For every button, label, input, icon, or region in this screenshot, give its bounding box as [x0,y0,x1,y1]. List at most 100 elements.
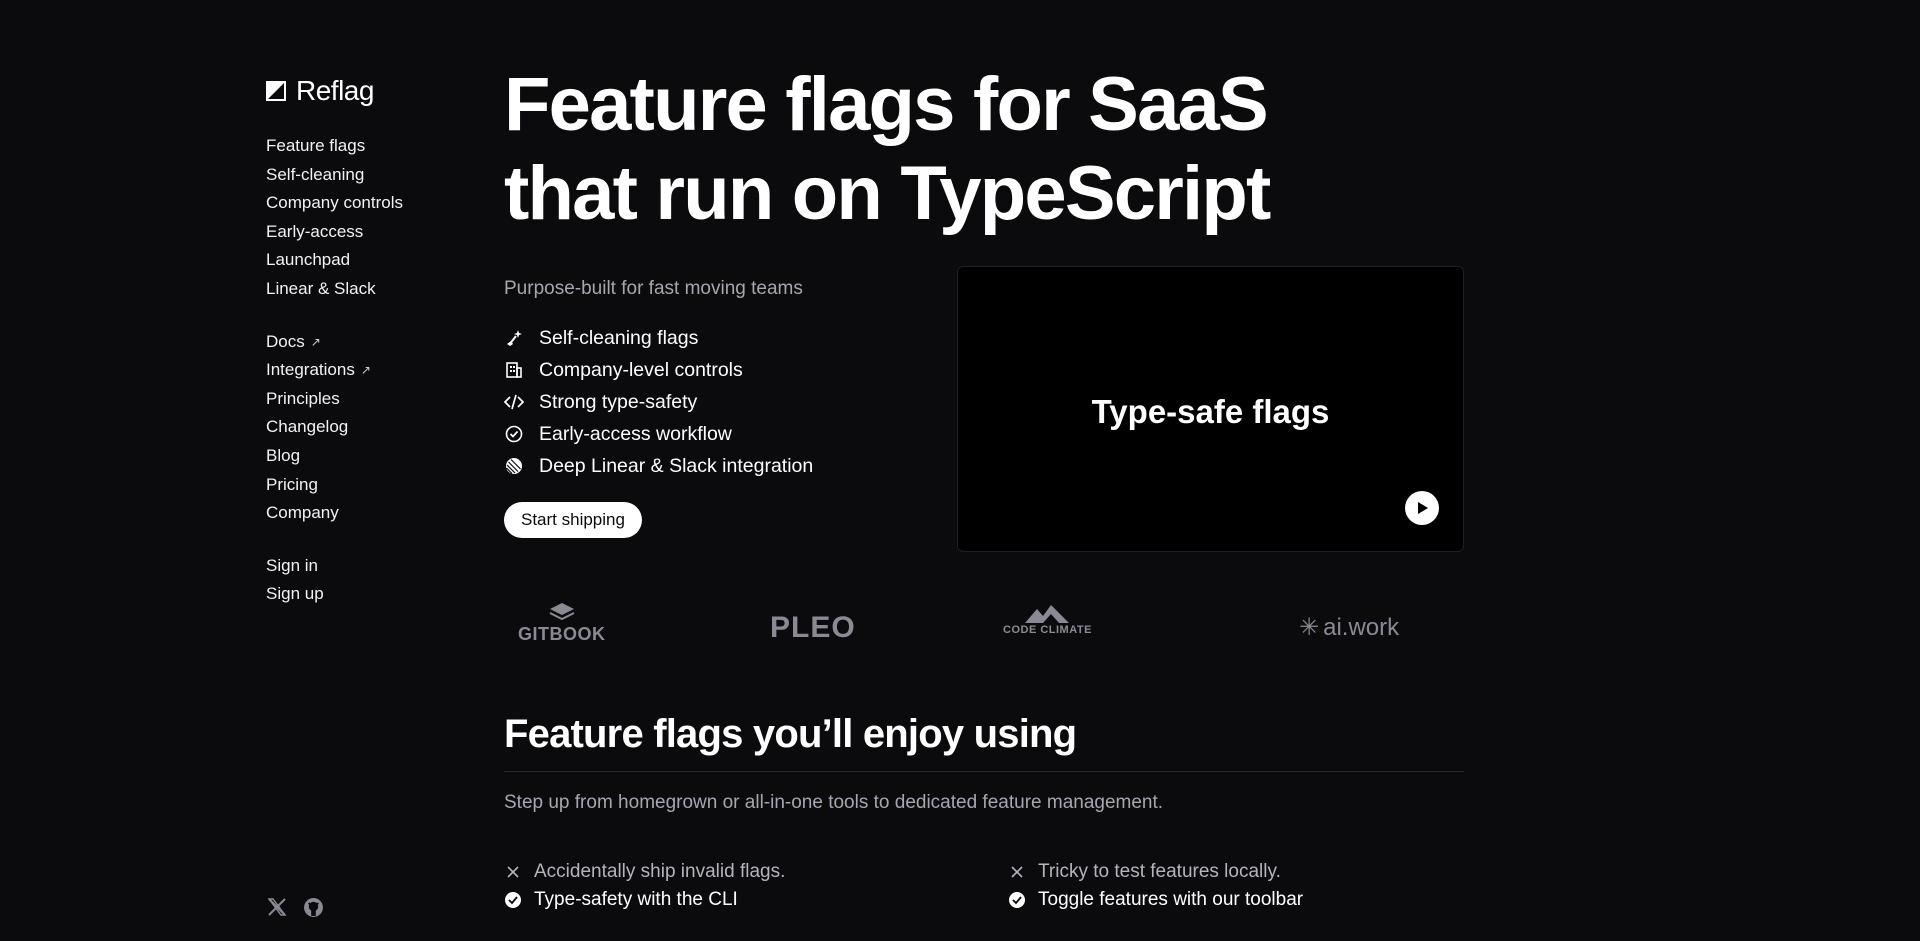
feature-list: Self-cleaning flags Company-level contro… [504,322,934,482]
nav-item-sign-up[interactable]: Sign up [266,580,456,609]
gitbook-icon [549,603,575,621]
hero-tagline: Purpose-built for fast moving teams [504,278,803,299]
x-mark-icon [1008,863,1026,881]
nav-item-label: Pricing [266,474,318,494]
nav-item-label: Early-access [266,221,364,241]
check-filled-icon [504,891,522,909]
code-icon [504,392,524,412]
hero-row: Purpose-built for fast moving teams Self… [504,266,1464,556]
solution-item: Type-safety with the CLI [504,886,785,914]
feature-item: Company-level controls [504,354,934,386]
hero-title: Feature flags for SaaS that run on TypeS… [504,60,1464,238]
check-filled-icon [1008,891,1026,909]
nav-item-label: Integrations [266,360,355,380]
nav-item-linear-slack[interactable]: Linear & Slack [266,275,456,304]
feature-label: Early-access workflow [539,422,732,445]
feature-item: Early-access workflow [504,418,934,450]
feature-label: Company-level controls [539,358,743,381]
nav-item-launchpad[interactable]: Launchpad [266,246,456,275]
nav-item-label: Blog [266,445,301,465]
nav-item-label: Self-cleaning [266,164,365,184]
nav-item-label: Sign up [266,584,324,604]
nav-product: Feature flags Self-cleaning Company cont… [266,132,456,304]
brand-link[interactable]: Reflag [266,75,456,106]
video-title: Type-safe flags [1091,393,1330,430]
problem-item: Tricky to test features locally. [1008,858,1303,886]
nav-resources: Docs ↗ Integrations ↗ Principles Changelog… [266,328,456,528]
play-button[interactable] [1405,491,1439,525]
solution-text: Toggle features with our toolbar [1038,889,1304,910]
hero-title-line-2: that run on TypeScript [504,151,1271,236]
social-links [266,896,324,918]
nav-item-blog[interactable]: Blog [266,442,456,471]
nav-item-label: Linear & Slack [266,278,376,298]
comparison-column: Tricky to test features locally. Toggle … [1008,858,1303,914]
linear-icon [504,456,524,476]
nav-item-label: Company controls [266,193,404,213]
nav-item-label: Principles [266,388,340,408]
feature-label: Deep Linear & Slack integration [539,454,814,477]
nav-item-sign-in[interactable]: Sign in [266,552,456,581]
nav-item-docs[interactable]: Docs ↗ [266,328,456,357]
brand-name: Reflag [296,75,374,106]
start-shipping-button[interactable]: Start shipping [504,502,642,538]
section-title: Feature flags you’ll enjoy using [504,712,1464,772]
feature-item: Self-cleaning flags [504,322,934,354]
nav-item-early-access[interactable]: Early-access [266,218,456,247]
code-climate-icon [1025,605,1070,623]
hero-left-column: Purpose-built for fast moving teams Self… [504,266,934,538]
video-player[interactable]: Type-safe flags [957,266,1464,552]
nav-item-feature-flags[interactable]: Feature flags [266,132,456,161]
pleo-logo: PLEO [770,608,856,648]
feature-label: Self-cleaning flags [539,326,699,349]
nav-item-label: Feature flags [266,136,366,155]
logo-text: GITBOOK [518,624,606,644]
gitbook-logo: GITBOOK [518,602,606,645]
ai-work-logo: ✳ ai.work [1299,608,1399,648]
asterisk-icon: ✳ [1299,614,1320,641]
comparison-grid: Accidentally ship invalid flags. Type-sa… [504,858,1464,918]
nav-item-company-controls[interactable]: Company controls [266,189,456,218]
logo-text: PLEO [770,611,856,644]
x-mark-icon [504,863,522,881]
nav-item-integrations[interactable]: Integrations ↗ [266,356,456,385]
broom-sparkle-icon [504,328,524,348]
page: Reflag Feature flags Self-cleaning Compa… [0,0,1920,941]
github-icon[interactable] [302,896,324,918]
play-icon [1418,502,1428,514]
nav-item-principles[interactable]: Principles [266,385,456,414]
section-subtitle: Step up from homegrown or all-in-one too… [504,792,1164,813]
nav-item-label: Company [266,503,339,523]
x-icon[interactable] [266,896,288,918]
sidebar: Reflag Feature flags Self-cleaning Compa… [266,75,456,633]
problem-item: Accidentally ship invalid flags. [504,858,785,886]
comparison-column: Accidentally ship invalid flags. Type-sa… [504,858,785,914]
nav-item-label: Changelog [266,417,349,437]
nav-item-self-cleaning[interactable]: Self-cleaning [266,161,456,190]
main-content: Feature flags for SaaS that run on TypeS… [504,60,1464,918]
building-icon [504,360,524,380]
solution-text: Type-safety with the CLI [534,889,738,910]
external-link-icon: ↗ [360,363,371,378]
code-climate-logo: CODE CLIMATE [1003,602,1092,636]
logo-text: ai.work [1323,614,1400,641]
nav-item-label: Sign in [266,555,318,575]
nav-item-label: Docs [266,331,305,351]
feature-item: Deep Linear & Slack integration [504,450,934,482]
external-link-icon: ↗ [310,334,321,349]
problem-text: Tricky to test features locally. [1038,861,1281,882]
check-circle-icon [504,424,524,444]
nav-item-label: Launchpad [266,250,351,270]
feature-label: Strong type-safety [539,390,698,413]
logo-text: CODE CLIMATE [1003,624,1092,636]
solution-item: Toggle features with our toolbar [1008,886,1303,914]
nav-item-changelog[interactable]: Changelog [266,413,456,442]
reflag-logo-icon [266,81,286,101]
nav-item-pricing[interactable]: Pricing [266,471,456,500]
customer-logos: GITBOOK PLEO CODE CLIMATE ✳ ai.work [504,602,1464,662]
problem-text: Accidentally ship invalid flags. [534,861,786,882]
feature-item: Strong type-safety [504,386,934,418]
nav-item-company[interactable]: Company [266,499,456,528]
nav-account: Sign in Sign up [266,552,456,609]
hero-title-line-1: Feature flags for SaaS [504,62,1269,147]
